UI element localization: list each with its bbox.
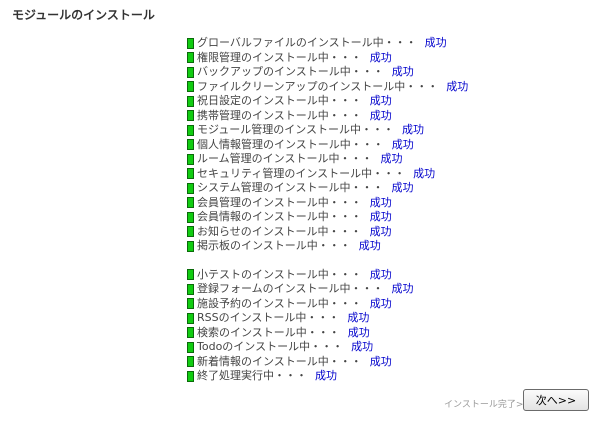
next-button[interactable]: 次へ>> xyxy=(523,389,589,411)
install-step-result: 成功 xyxy=(369,195,392,209)
install-group: グローバルファイルのインストール中・・・ 成功 権限管理のインストール中・・・ 成功バ… xyxy=(187,36,487,254)
page-title: モジュールのインストール xyxy=(12,8,155,22)
install-step-result: 成功 xyxy=(391,65,414,78)
install-step-result: 成功 xyxy=(369,108,392,122)
install-step-text: 会員情報のインストール中・・・ xyxy=(197,210,362,223)
install-step-text: 登録フォームのインストール中・・・ xyxy=(197,282,384,295)
install-step-result: 成功 xyxy=(391,282,414,295)
install-step-result: 成功 xyxy=(369,267,392,281)
install-step: ルーム管理のインストール中・・・ 成功 xyxy=(187,152,487,167)
success-marker-icon xyxy=(187,95,194,107)
install-step: 祝日設定のインストール中・・・ 成功 xyxy=(187,94,487,109)
install-step-text: 個人情報管理のインストール中・・・ xyxy=(197,137,384,151)
install-complete-label: インストール完了>> xyxy=(444,400,531,410)
install-step-text: 携帯管理のインストール中・・・ xyxy=(197,108,362,122)
install-step: 携帯管理のインストール中・・・ 成功 xyxy=(187,109,487,124)
install-step: 施設予約のインストール中・・・ 成功 xyxy=(187,297,487,312)
install-step-result: 成功 xyxy=(369,296,392,310)
success-marker-icon xyxy=(187,139,194,151)
install-step-text: システム管理のインストール中・・・ xyxy=(197,181,384,194)
install-step-result: 成功 xyxy=(369,224,392,238)
success-marker-icon xyxy=(187,153,194,165)
success-marker-icon xyxy=(187,226,194,238)
install-step-result: 成功 xyxy=(315,369,337,382)
install-step-text: 会員管理のインストール中・・・ xyxy=(197,195,362,209)
install-step-text: グローバルファイルのインストール中・・・ xyxy=(197,36,417,49)
install-step: バックアップのインストール中・・・ 成功 xyxy=(187,65,487,80)
install-step-result: 成功 xyxy=(358,239,381,252)
install-step-text: 小テストのインストール中・・・ xyxy=(197,267,362,281)
install-step-text: 検索のインストール中・・・ xyxy=(197,325,340,339)
success-marker-icon xyxy=(187,211,194,223)
install-group: 小テストのインストール中・・・ 成功 登録フォームのインストール中・・・ 成功 施設予約… xyxy=(187,268,487,384)
install-step: セキュリティ管理のインストール中・・・ 成功 xyxy=(187,167,487,182)
install-step-result: 成功 xyxy=(391,137,414,151)
install-step-text: お知らせのインストール中・・・ xyxy=(197,224,362,238)
install-step-text: 祝日設定のインストール中・・・ xyxy=(197,94,362,107)
install-step: 権限管理のインストール中・・・ 成功 xyxy=(187,51,487,66)
success-marker-icon xyxy=(187,327,194,339)
success-marker-icon xyxy=(187,110,194,122)
install-step: ファイルクリーンアップのインストール中・・・ 成功 xyxy=(187,80,487,95)
install-step-text: 権限管理のインストール中・・・ xyxy=(197,50,362,64)
install-step-text: Todoのインストール中・・・ xyxy=(197,340,344,353)
success-marker-icon xyxy=(187,356,194,368)
install-log: グローバルファイルのインストール中・・・ 成功 権限管理のインストール中・・・ 成功バ… xyxy=(187,36,487,384)
install-step: 会員管理のインストール中・・・ 成功 xyxy=(187,196,487,211)
install-step: 掲示板のインストール中・・・ 成功 xyxy=(187,239,487,254)
install-step-text: 施設予約のインストール中・・・ xyxy=(197,296,362,310)
install-step-result: 成功 xyxy=(369,210,392,223)
success-marker-icon xyxy=(187,124,194,136)
install-step-result: 成功 xyxy=(351,340,374,353)
install-step-text: バックアップのインストール中・・・ xyxy=(197,65,384,78)
install-step: 小テストのインストール中・・・ 成功 xyxy=(187,268,487,283)
success-marker-icon xyxy=(187,37,194,49)
install-step: 検索のインストール中・・・ 成功 xyxy=(187,326,487,341)
success-marker-icon xyxy=(187,197,194,209)
install-step: Todoのインストール中・・・ 成功 xyxy=(187,340,487,355)
install-step: 終了処理実行中・・・ 成功 xyxy=(187,369,487,384)
install-step: 会員情報のインストール中・・・ 成功 xyxy=(187,210,487,225)
install-step: モジュール管理のインストール中・・・ 成功 xyxy=(187,123,487,138)
install-step-result: 成功 xyxy=(391,181,414,194)
install-step-result: 成功 xyxy=(369,94,392,107)
install-step-text: セキュリティ管理のインストール中・・・ xyxy=(197,166,406,180)
install-step-result: 成功 xyxy=(413,166,436,180)
install-step-text: ルーム管理のインストール中・・・ xyxy=(197,152,373,165)
success-marker-icon xyxy=(187,370,194,382)
install-step: お知らせのインストール中・・・ 成功 xyxy=(187,225,487,240)
install-step-result: 成功 xyxy=(380,152,403,165)
install-step-result: 成功 xyxy=(347,325,370,339)
install-step: グローバルファイルのインストール中・・・ 成功 xyxy=(187,36,487,51)
success-marker-icon xyxy=(187,341,194,353)
install-step: システム管理のインストール中・・・ 成功 xyxy=(187,181,487,196)
install-step-text: ファイルクリーンアップのインストール中・・・ xyxy=(197,79,439,93)
success-marker-icon xyxy=(187,52,194,64)
install-step-result: 成功 xyxy=(369,50,392,64)
success-marker-icon xyxy=(187,182,194,194)
success-marker-icon xyxy=(187,298,194,310)
install-step-result: 成功 xyxy=(347,311,370,324)
install-step: RSSのインストール中・・・ 成功 xyxy=(187,311,487,326)
install-step-text: 掲示板のインストール中・・・ xyxy=(197,239,351,252)
install-step-result: 成功 xyxy=(446,79,469,93)
install-step-text: 新着情報のインストール中・・・ xyxy=(197,354,362,368)
install-step-result: 成功 xyxy=(402,123,425,136)
success-marker-icon xyxy=(187,66,194,78)
install-step: 個人情報管理のインストール中・・・ 成功 xyxy=(187,138,487,153)
install-step: 登録フォームのインストール中・・・ 成功 xyxy=(187,282,487,297)
install-step-text: 終了処理実行中・・・ xyxy=(197,369,307,382)
success-marker-icon xyxy=(187,81,194,93)
success-marker-icon xyxy=(187,269,194,281)
install-step-text: モジュール管理のインストール中・・・ xyxy=(197,123,395,136)
success-marker-icon xyxy=(187,240,194,252)
install-step-result: 成功 xyxy=(424,36,447,49)
install-step-text: RSSのインストール中・・・ xyxy=(197,311,340,324)
install-step: 新着情報のインストール中・・・ 成功 xyxy=(187,355,487,370)
success-marker-icon xyxy=(187,312,194,324)
success-marker-icon xyxy=(187,168,194,180)
install-step-result: 成功 xyxy=(369,354,392,368)
success-marker-icon xyxy=(187,283,194,295)
